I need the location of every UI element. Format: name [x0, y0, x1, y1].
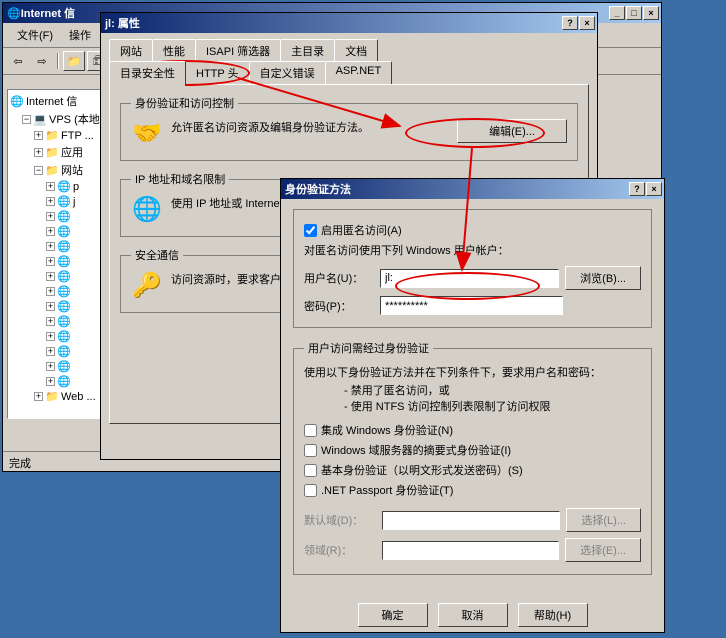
tree-app[interactable]: +📁应用 — [10, 143, 98, 161]
digest-auth-checkbox[interactable]: Windows 域服务器的摘要式身份验证(I) — [304, 442, 641, 458]
auth-legend: 身份验证和访问控制 — [131, 95, 238, 111]
bullet2: - 使用 NTFS 访问控制列表限制了访问权限 — [344, 398, 641, 414]
tab-http-headers[interactable]: HTTP 头 — [185, 61, 250, 84]
ip-legend: IP 地址和域名限制 — [131, 171, 229, 187]
tree-site[interactable]: +🌐p — [10, 179, 98, 194]
enable-anon-checkbox[interactable]: 启用匿名访问(A) — [304, 222, 641, 238]
dialog-buttons: 确定 取消 帮助(H) — [281, 595, 664, 637]
forward-button[interactable]: ⇨ — [31, 51, 53, 71]
tree-site[interactable]: +🌐 — [10, 239, 98, 254]
tree-site[interactable]: +🌐 — [10, 209, 98, 224]
tree-site[interactable]: +🌐 — [10, 254, 98, 269]
tab-performance[interactable]: 性能 — [152, 39, 196, 62]
tree-site[interactable]: +🌐j — [10, 194, 98, 209]
maximize-button[interactable]: □ — [626, 6, 642, 20]
tab-documents[interactable]: 文档 — [334, 39, 378, 62]
username-field[interactable] — [380, 269, 559, 288]
anon-desc: 对匿名访问使用下列 Windows 用户帐户： — [304, 242, 641, 258]
tab-isapi[interactable]: ISAPI 筛选器 — [195, 39, 281, 62]
tree-site[interactable]: +🌐 — [10, 374, 98, 389]
default-domain-field — [382, 511, 560, 530]
key-icon: 🔑 — [131, 271, 163, 300]
integrated-auth-checkbox[interactable]: 集成 Windows 身份验证(N) — [304, 422, 641, 438]
tree-site[interactable]: +🌐 — [10, 224, 98, 239]
help-button[interactable]: ? — [562, 16, 578, 30]
tree-site[interactable]: +🌐 — [10, 344, 98, 359]
up-button[interactable]: 📁 — [63, 51, 85, 71]
tree-site[interactable]: +🌐 — [10, 329, 98, 344]
browse-button[interactable]: 浏览(B)... — [565, 266, 641, 290]
tab-directory-security[interactable]: 目录安全性 — [109, 61, 186, 86]
bullet1: - 禁用了匿名访问，或 — [344, 382, 641, 398]
select-realm-button: 选择(E)... — [565, 538, 641, 562]
handshake-icon: 🤝 — [131, 119, 163, 148]
enable-anon-input[interactable] — [304, 224, 317, 237]
app-icon: 🌐 — [7, 7, 21, 20]
password-label: 密码(P)： — [304, 298, 374, 314]
tab-custom-errors[interactable]: 自定义错误 — [249, 61, 326, 84]
secure-legend: 安全通信 — [131, 247, 183, 263]
menu-action[interactable]: 操作 — [61, 25, 99, 45]
passport-auth-checkbox[interactable]: .NET Passport 身份验证(T) — [304, 482, 641, 498]
realm-label: 领域(R)： — [304, 542, 376, 558]
tree-root[interactable]: 🌐Internet 信 — [10, 92, 98, 110]
basic-auth-checkbox[interactable]: 基本身份验证（以明文形式发送密码）(S) — [304, 462, 641, 478]
tab-homedir[interactable]: 主目录 — [280, 39, 335, 62]
close-button[interactable]: × — [643, 6, 659, 20]
auth-group: 身份验证和访问控制 🤝 允许匿名访问资源及编辑身份验证方法。 编辑(E)... — [120, 95, 578, 161]
tree-site[interactable]: +🌐 — [10, 284, 98, 299]
tree-site[interactable]: +🌐 — [10, 359, 98, 374]
minimize-button[interactable]: _ — [609, 6, 625, 20]
tree-ftp[interactable]: +📁FTP ... — [10, 128, 98, 143]
globe-lock-icon: 🌐 — [131, 195, 163, 224]
tree-site[interactable]: +🌐 — [10, 299, 98, 314]
password-field[interactable] — [380, 296, 563, 315]
auth-req-desc: 使用以下身份验证方法并在下列条件下，要求用户名和密码： — [304, 364, 641, 380]
username-label: 用户名(U)： — [304, 270, 374, 286]
tree-web[interactable]: −📁网站 — [10, 161, 98, 179]
tab-website[interactable]: 网站 — [109, 39, 153, 62]
props-title: jl: 属性 — [105, 15, 562, 31]
cancel-button[interactable]: 取消 — [438, 603, 508, 627]
auth-req-legend: 用户访问需经过身份验证 — [304, 340, 433, 356]
tree-webext[interactable]: +📁Web ... — [10, 389, 98, 404]
select-domain-button: 选择(L)... — [566, 508, 641, 532]
back-button[interactable]: ⇦ — [7, 51, 29, 71]
tree-site[interactable]: +🌐 — [10, 269, 98, 284]
tabs-row2: 目录安全性 HTTP 头 自定义错误 ASP.NET — [109, 61, 589, 84]
realm-field — [382, 541, 559, 560]
help-button-bottom[interactable]: 帮助(H) — [518, 603, 588, 627]
edit-auth-button[interactable]: 编辑(E)... — [457, 119, 567, 143]
default-domain-label: 默认域(D)： — [304, 512, 376, 528]
auth-title: 身份验证方法 — [285, 181, 629, 197]
tab-aspnet[interactable]: ASP.NET — [325, 61, 393, 84]
tree-vps[interactable]: −💻VPS (本地 — [10, 110, 98, 128]
auth-titlebar: 身份验证方法 ? × — [281, 179, 664, 199]
tree-site[interactable]: +🌐 — [10, 314, 98, 329]
auth-required-group: 用户访问需经过身份验证 使用以下身份验证方法并在下列条件下，要求用户名和密码： … — [293, 340, 652, 575]
tabs-row1: 网站 性能 ISAPI 筛选器 主目录 文档 — [109, 39, 589, 62]
auth-methods-dialog: 身份验证方法 ? × 启用匿名访问(A) 对匿名访问使用下列 Windows 用… — [280, 178, 665, 633]
tree-view[interactable]: 🌐Internet 信 −💻VPS (本地 +📁FTP ... +📁应用 −📁网… — [7, 89, 101, 419]
menu-file[interactable]: 文件(F) — [9, 25, 61, 45]
props-titlebar: jl: 属性 ? × — [101, 13, 597, 33]
auth-desc: 允许匿名访问资源及编辑身份验证方法。 — [171, 119, 449, 135]
close-button[interactable]: × — [646, 182, 662, 196]
close-button[interactable]: × — [579, 16, 595, 30]
help-button[interactable]: ? — [629, 182, 645, 196]
ok-button[interactable]: 确定 — [358, 603, 428, 627]
